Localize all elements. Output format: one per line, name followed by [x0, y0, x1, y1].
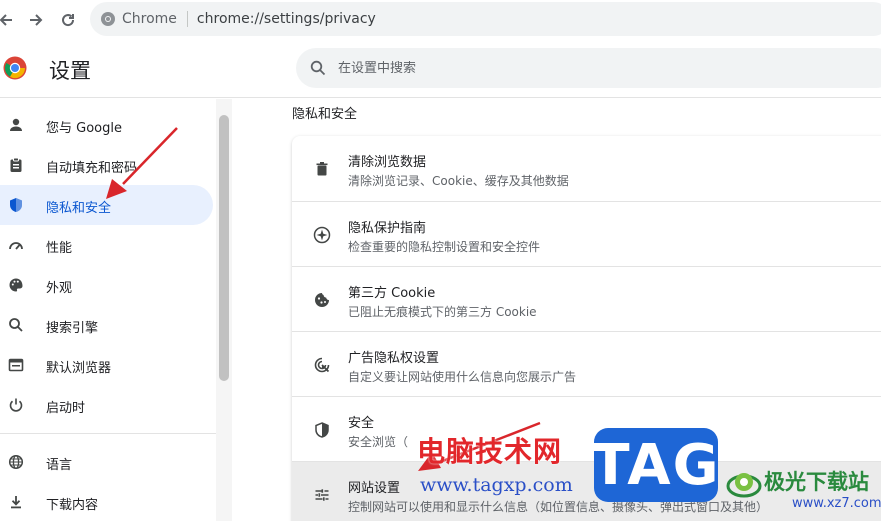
- back-button[interactable]: [0, 8, 18, 32]
- person-icon: [6, 115, 26, 135]
- row-title: 第三方 Cookie: [348, 286, 436, 301]
- site-name: Chrome: [122, 11, 177, 27]
- settings-header: 设置: [0, 40, 881, 98]
- chrome-settings-window: Chrome chrome://settings/privacy 设置 您与 G…: [0, 0, 881, 521]
- clipboard-icon: [6, 155, 26, 175]
- section-title: 隐私和安全: [292, 107, 358, 122]
- sidebar-item-search-engine[interactable]: 搜索引擎: [0, 305, 213, 345]
- row-title: 安全: [348, 416, 375, 431]
- privacy-settings-card: 清除浏览数据 清除浏览记录、Cookie、缓存及其他数据 隐私保护指南 检查重要…: [292, 136, 881, 521]
- watermark-site-name: 极光下载站: [764, 470, 869, 494]
- sidebar-item-label: 启动时: [46, 401, 86, 416]
- row-title: 广告隐私权设置: [348, 351, 440, 366]
- settings-row-clear-browsing-data[interactable]: 清除浏览数据 清除浏览记录、Cookie、缓存及其他数据: [292, 136, 881, 201]
- shield-outline-icon: [311, 419, 333, 441]
- sidebar-item-label: 您与 Google: [46, 121, 122, 136]
- download-icon: [6, 492, 26, 512]
- reload-icon: [62, 14, 75, 27]
- chrome-logo-icon: [3, 56, 27, 80]
- power-icon: [6, 395, 26, 415]
- sidebar-item-default-browser[interactable]: 默认浏览器: [0, 345, 213, 385]
- cookie-icon: [311, 289, 333, 311]
- scrollbar-thumb[interactable]: [219, 115, 229, 381]
- sidebar-item-on-startup[interactable]: 启动时: [0, 385, 213, 425]
- watermark-url: www.tagxp.com: [420, 474, 573, 496]
- watermark-site-url: www.xz7.com: [792, 496, 881, 511]
- settings-row-third-party-cookies[interactable]: 第三方 Cookie 已阻止无痕模式下的第三方 Cookie: [292, 266, 881, 331]
- row-title: 清除浏览数据: [348, 155, 427, 170]
- search-icon: [310, 60, 326, 76]
- browser-toolbar: Chrome chrome://settings/privacy: [0, 0, 881, 40]
- settings-sidebar: 您与 Google 自动填充和密码 隐私和安全 性能 外观 搜索引擎 默认浏览器: [0, 99, 216, 521]
- row-subtitle: 清除浏览记录、Cookie、缓存及其他数据: [348, 174, 569, 188]
- forward-button[interactable]: [24, 8, 48, 32]
- page-title: 设置: [49, 59, 91, 83]
- sidebar-scrollbar[interactable]: [216, 99, 232, 521]
- tune-icon: [311, 484, 333, 506]
- sidebar-item-label: 下载内容: [46, 498, 99, 513]
- forward-arrow-icon: [30, 14, 43, 26]
- sidebar-item-languages[interactable]: 语言: [0, 442, 213, 482]
- sidebar-item-label: 外观: [46, 281, 73, 296]
- sidebar-item-label: 隐私和安全: [46, 201, 112, 216]
- sidebar-item-label: 语言: [46, 458, 73, 473]
- sidebar-item-label: 默认浏览器: [46, 361, 112, 376]
- row-title: 网站设置: [348, 481, 401, 496]
- sidebar-divider: [0, 433, 216, 434]
- sidebar-item-appearance[interactable]: 外观: [0, 265, 213, 305]
- browser-window-icon: [6, 355, 26, 375]
- ad-privacy-icon: [311, 354, 333, 376]
- globe-icon: [6, 452, 26, 472]
- row-subtitle: 检查重要的隐私控制设置和安全控件: [348, 240, 541, 254]
- row-title: 隐私保护指南: [348, 221, 427, 236]
- speedometer-icon: [6, 235, 26, 255]
- compass-icon: [311, 224, 333, 246]
- reload-button[interactable]: [56, 8, 80, 32]
- back-arrow-icon: [0, 14, 12, 26]
- search-icon: [6, 315, 26, 335]
- watermark-tag-logo: TAG: [591, 428, 719, 502]
- sidebar-item-performance[interactable]: 性能: [0, 225, 213, 265]
- row-subtitle: 安全浏览（: [348, 435, 409, 449]
- sidebar-item-privacy[interactable]: 隐私和安全: [0, 185, 213, 225]
- sidebar-item-label: 性能: [46, 241, 73, 256]
- watermark-chinese-text: 电脑技术网: [417, 435, 563, 468]
- search-input[interactable]: [338, 60, 838, 76]
- chrome-page-icon: [101, 12, 115, 26]
- settings-row-ad-privacy[interactable]: 广告隐私权设置 自定义要让网站使用什么信息向您展示广告: [292, 331, 881, 396]
- trash-icon: [311, 158, 333, 180]
- sidebar-item-downloads[interactable]: 下载内容: [0, 482, 213, 521]
- settings-row-security[interactable]: 安全 安全浏览（: [292, 396, 881, 461]
- sidebar-item-label: 搜索引擎: [46, 321, 99, 336]
- watermark-aurora-logo-icon: [726, 473, 762, 498]
- palette-icon: [6, 275, 26, 295]
- settings-row-privacy-guide[interactable]: 隐私保护指南 检查重要的隐私控制设置和安全控件: [292, 201, 881, 266]
- sidebar-item-you-and-google[interactable]: 您与 Google: [0, 105, 213, 145]
- row-subtitle: 自定义要让网站使用什么信息向您展示广告: [348, 370, 577, 384]
- shield-icon: [6, 195, 26, 215]
- omnibox-separator: [186, 11, 188, 27]
- sidebar-item-autofill[interactable]: 自动填充和密码: [0, 145, 213, 185]
- settings-search[interactable]: [296, 48, 881, 88]
- sidebar-item-label: 自动填充和密码: [46, 161, 138, 176]
- address-bar[interactable]: Chrome chrome://settings/privacy: [90, 2, 881, 36]
- row-subtitle: 已阻止无痕模式下的第三方 Cookie: [348, 305, 537, 319]
- url-text[interactable]: chrome://settings/privacy: [197, 11, 376, 27]
